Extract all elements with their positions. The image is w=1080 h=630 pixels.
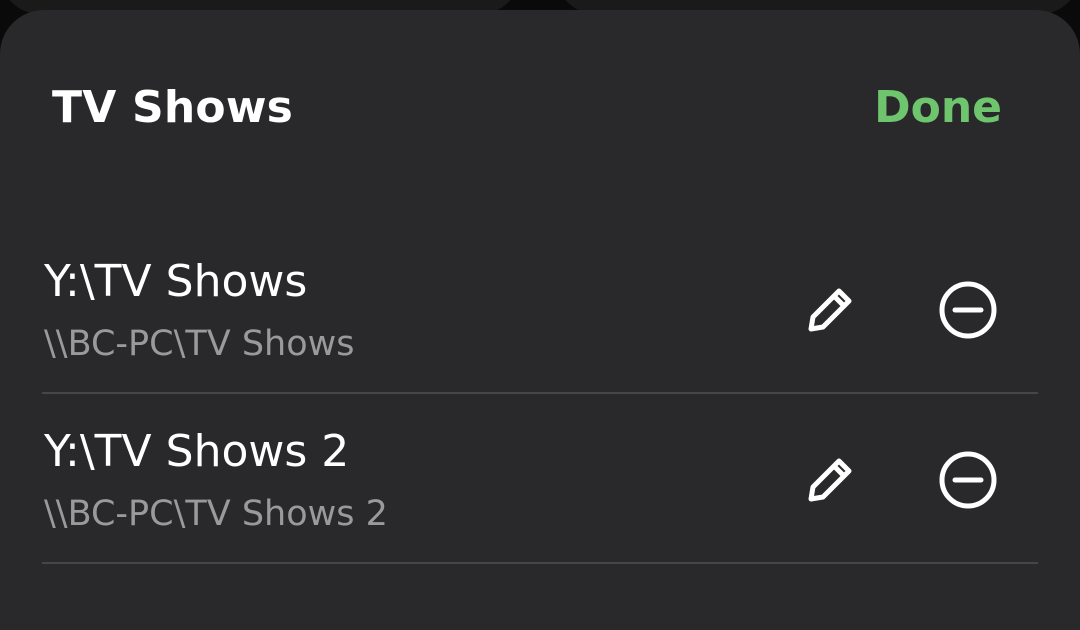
- minus-circle-icon: [939, 281, 997, 339]
- bottom-sheet: TV Shows Done Y:\TV Shows \\BC-PC\TV Sho…: [0, 10, 1080, 630]
- sheet-title: TV Shows: [52, 82, 294, 133]
- share-name: Y:\TV Shows: [44, 256, 308, 307]
- minus-circle-icon: [939, 451, 997, 509]
- pencil-icon: [808, 288, 852, 332]
- share-list: Y:\TV Shows \\BC-PC\TV Shows Y:\TV Shows…: [0, 224, 1080, 564]
- share-name: Y:\TV Shows 2: [44, 426, 350, 477]
- remove-button[interactable]: [932, 274, 1004, 346]
- remove-button[interactable]: [932, 444, 1004, 516]
- share-path: \\BC-PC\TV Shows: [44, 324, 355, 364]
- list-item[interactable]: Y:\TV Shows \\BC-PC\TV Shows: [42, 224, 1038, 394]
- share-path: \\BC-PC\TV Shows 2: [44, 494, 388, 534]
- sheet-header: TV Shows Done: [0, 10, 1080, 200]
- done-button[interactable]: Done: [874, 80, 1002, 136]
- pencil-icon: [808, 458, 852, 502]
- edit-button[interactable]: [794, 444, 866, 516]
- edit-button[interactable]: [794, 274, 866, 346]
- list-item[interactable]: Y:\TV Shows 2 \\BC-PC\TV Shows 2: [42, 394, 1038, 564]
